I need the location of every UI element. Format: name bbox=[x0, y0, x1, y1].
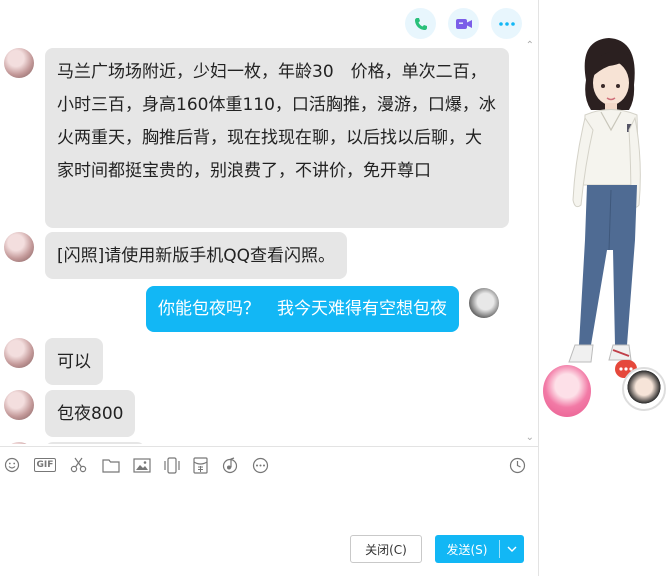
scissors-icon[interactable] bbox=[69, 456, 87, 474]
more-icon[interactable] bbox=[251, 456, 269, 474]
send-options-chevron-icon[interactable] bbox=[500, 535, 524, 563]
emoji-icon[interactable] bbox=[3, 456, 21, 474]
contact-avatar[interactable] bbox=[4, 338, 34, 368]
gif-label: GIF bbox=[33, 458, 57, 472]
message-bubble-partial bbox=[45, 442, 145, 444]
voice-call-button[interactable] bbox=[405, 8, 436, 39]
pet-character-icon[interactable] bbox=[543, 365, 591, 417]
message-input[interactable] bbox=[0, 478, 538, 533]
message-bubble: 马兰广场场附近，少妇一枚，年龄30 价格，单次二百，小时三百，身高160体重11… bbox=[45, 48, 509, 228]
input-divider bbox=[0, 446, 538, 447]
side-show-pane bbox=[539, 0, 667, 576]
message-item bbox=[4, 442, 145, 444]
input-toolbar: GIF bbox=[0, 452, 538, 478]
message-item: [闪照]请使用新版手机QQ查看闪照。 bbox=[4, 232, 348, 279]
message-bubble: 包夜800 bbox=[45, 390, 136, 437]
message-bubble: [闪照]请使用新版手机QQ查看闪照。 bbox=[45, 232, 348, 279]
header-actions bbox=[405, 8, 522, 39]
contact-avatar[interactable] bbox=[4, 48, 34, 78]
red-packet-icon[interactable] bbox=[192, 456, 209, 474]
send-button[interactable]: 发送(S) bbox=[435, 535, 524, 563]
message-list[interactable]: 马兰广场场附近，少妇一枚，年龄30 价格，单次二百，小时三百，身高160体重11… bbox=[0, 46, 538, 444]
contact-avatar[interactable] bbox=[4, 390, 34, 420]
more-dots-icon bbox=[498, 21, 515, 26]
message-item: 可以 bbox=[4, 338, 103, 385]
image-icon[interactable] bbox=[132, 456, 151, 474]
self-avatar[interactable] bbox=[469, 288, 499, 318]
folder-icon[interactable] bbox=[101, 456, 120, 474]
message-item: 马兰广场场附近，少妇一枚，年龄30 价格，单次二百，小时三百，身高160体重11… bbox=[4, 48, 509, 228]
send-label: 发送(S) bbox=[446, 542, 488, 557]
chat-pane: 马兰广场场附近，少妇一枚，年龄30 价格，单次二百，小时三百，身高160体重11… bbox=[0, 0, 538, 576]
history-clock-icon[interactable] bbox=[508, 456, 526, 474]
message-bubble: 可以 bbox=[45, 338, 103, 385]
music-icon[interactable] bbox=[220, 456, 239, 474]
close-button[interactable]: 关闭(C) bbox=[350, 535, 422, 563]
video-call-button[interactable] bbox=[448, 8, 479, 39]
self-character-avatar[interactable] bbox=[622, 367, 666, 411]
message-item: 你能包夜吗？ 我今天难得有空想包夜 bbox=[146, 286, 499, 332]
message-item: 包夜800 bbox=[4, 390, 136, 437]
phone-icon bbox=[414, 17, 427, 30]
message-bubble: 你能包夜吗？ 我今天难得有空想包夜 bbox=[146, 286, 459, 332]
shake-icon[interactable] bbox=[162, 456, 181, 474]
contact-avatar[interactable] bbox=[4, 232, 34, 262]
contact-avatar[interactable] bbox=[4, 442, 34, 444]
video-icon bbox=[455, 18, 472, 29]
gif-icon[interactable]: GIF bbox=[32, 456, 58, 474]
scroll-down-arrow-icon[interactable]: ⌄ bbox=[526, 432, 534, 443]
scroll-up-arrow-icon[interactable]: ⌃ bbox=[526, 40, 534, 51]
more-button[interactable] bbox=[491, 8, 522, 39]
